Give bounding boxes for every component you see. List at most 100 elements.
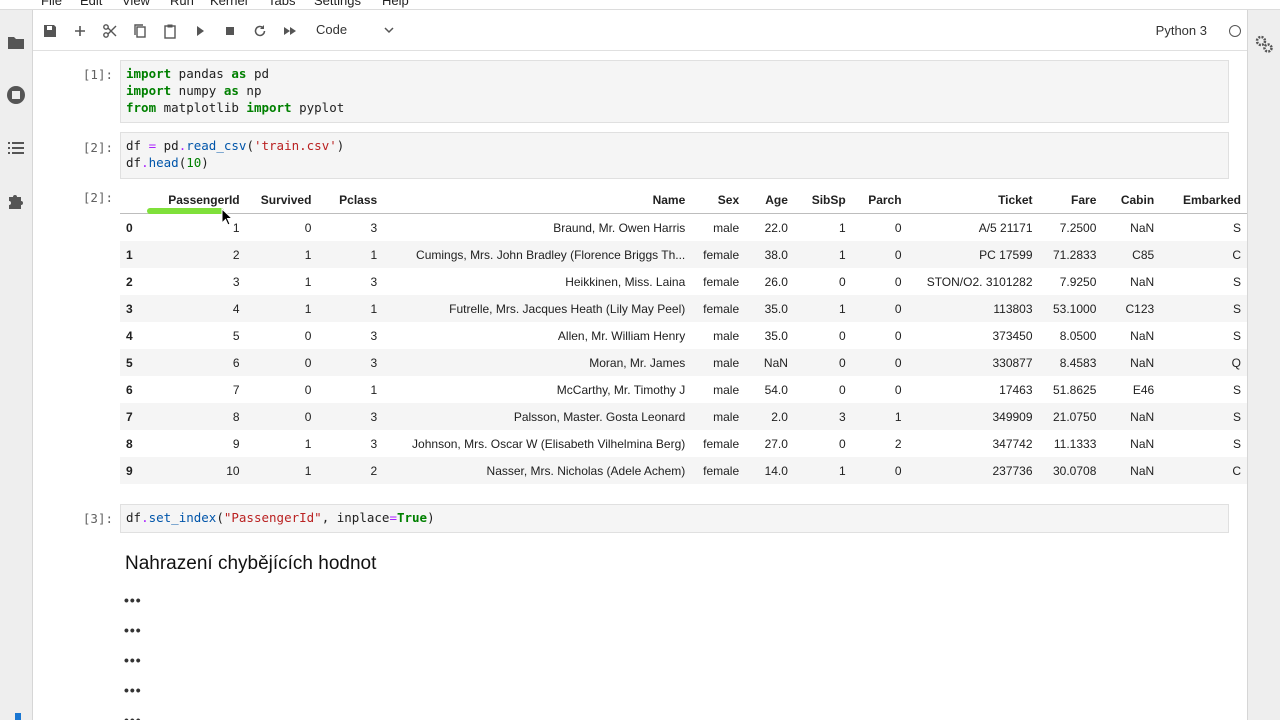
- chevron-down-icon[interactable]: [383, 24, 395, 36]
- table-cell: 0: [894, 382, 902, 397]
- table-cell: NaN: [1130, 328, 1155, 343]
- table-cell: 21.0750: [1038, 403, 1103, 430]
- table-cell: male: [713, 382, 740, 397]
- table-cell: 14.0: [745, 457, 794, 484]
- table-cell: 1: [317, 295, 384, 322]
- table-cell: 0: [894, 220, 902, 235]
- table-cell: C85: [1102, 241, 1161, 268]
- table-cell: 3: [317, 349, 384, 376]
- table-cell: 51.8625: [1053, 382, 1097, 397]
- save-icon[interactable]: [41, 22, 59, 40]
- menu-tabs[interactable]: Tabs: [268, 0, 295, 8]
- table-cell: 0: [304, 382, 312, 397]
- table-cell: 2.0: [745, 403, 794, 430]
- table-cell: 3: [370, 436, 378, 451]
- table-cell: 1: [245, 295, 318, 322]
- column-header: Name: [383, 186, 692, 214]
- table-of-contents-icon[interactable]: [5, 137, 27, 159]
- column-header: Embarked: [1160, 186, 1247, 214]
- mouse-cursor-icon: [221, 208, 233, 226]
- table-row: 0 1 0 3 Braund, Mr. Owen Harris male 22.0 1 0 A/5…: [120, 214, 1247, 242]
- table-cell: male: [691, 403, 746, 430]
- table-cell: 0: [304, 220, 312, 235]
- table-cell: 0: [839, 328, 846, 343]
- cell-prompt: [1]:: [82, 67, 113, 82]
- gear-icon[interactable]: [1253, 33, 1275, 55]
- markdown-heading: Nahrazení chybějících hodnot: [125, 553, 377, 574]
- menu-settings[interactable]: Settings: [314, 0, 361, 8]
- cell-type-select[interactable]: Code: [316, 22, 347, 37]
- table-cell: male: [691, 349, 746, 376]
- table-cell: 1: [317, 241, 384, 268]
- table-cell: C: [1160, 457, 1247, 484]
- paste-icon[interactable]: [161, 22, 179, 40]
- collapsed-cell-indicator[interactable]: •••: [124, 712, 142, 720]
- menu-run[interactable]: Run: [170, 0, 194, 8]
- column-header: Ticket: [907, 186, 1039, 214]
- table-row: 3 4 1 1 Futrelle, Mrs. Jacques Heath (Lily M…: [120, 295, 1247, 322]
- column-header: Survived: [245, 186, 318, 214]
- running-kernels-icon[interactable]: [5, 84, 27, 106]
- stop-icon[interactable]: [221, 22, 239, 40]
- table-cell: NaN: [1130, 220, 1155, 235]
- table-cell: 1: [304, 436, 312, 451]
- code-line: df.head(10): [126, 155, 209, 170]
- menu-file[interactable]: File: [41, 0, 62, 8]
- code-line: df = pd.read_csv('train.csv'): [126, 138, 345, 153]
- dataframe-output: PassengerId Survived Pclass Name Sex Age SibSp…: [120, 186, 1247, 484]
- collapsed-cell-indicator[interactable]: •••: [124, 682, 142, 698]
- table-cell: 3: [317, 403, 384, 430]
- table-cell: Cumings, Mrs. John Bradley (Florence Bri…: [383, 241, 692, 268]
- code-cell-3[interactable]: df.set_index("PassengerId", inplace=True…: [120, 504, 1229, 533]
- right-sidebar: [1247, 10, 1280, 720]
- table-cell: NaN: [745, 349, 794, 376]
- table-cell: C: [1160, 241, 1247, 268]
- column-header: Age: [745, 186, 794, 214]
- menu-kernel[interactable]: Kernel: [210, 0, 248, 8]
- table-cell: 0: [851, 457, 908, 484]
- table-cell: 9: [232, 436, 240, 451]
- menu-edit[interactable]: Edit: [80, 0, 102, 8]
- run-icon[interactable]: [191, 22, 209, 40]
- table-cell: Heikkinen, Miss. Laina: [565, 274, 686, 289]
- menu-help[interactable]: Help: [382, 0, 409, 8]
- table-cell: 347742: [992, 436, 1033, 451]
- table-cell: Johnson, Mrs. Oscar W (Elisabeth Vilhelm…: [412, 436, 686, 451]
- table-cell: 8.0500: [1059, 328, 1097, 343]
- table-cell: 7.9250: [1059, 274, 1097, 289]
- table-cell: Futrelle, Mrs. Jacques Heath (Lily May P…: [383, 295, 692, 322]
- code-cell-1[interactable]: import pandas as pd import numpy as np f…: [120, 60, 1229, 123]
- collapsed-cell-indicator[interactable]: •••: [124, 592, 142, 608]
- code-cell-2[interactable]: df = pd.read_csv('train.csv') df.head(10…: [120, 132, 1229, 179]
- restart-icon[interactable]: [251, 22, 269, 40]
- table-cell: 1: [851, 403, 908, 430]
- table-cell: 8.4583: [1038, 349, 1103, 376]
- table-cell: 1: [793, 295, 852, 322]
- table-cell: 1: [793, 457, 852, 484]
- table-cell: 2: [155, 241, 246, 268]
- copy-icon[interactable]: [131, 22, 149, 40]
- row-index: 7: [120, 403, 156, 430]
- fast-forward-icon[interactable]: [281, 22, 299, 40]
- folder-icon[interactable]: [5, 31, 27, 53]
- table-cell: 26.0: [764, 274, 788, 289]
- add-cell-icon[interactable]: [71, 22, 89, 40]
- cut-icon[interactable]: [101, 22, 119, 40]
- table-cell: Q: [1160, 349, 1247, 376]
- row-index: 8: [126, 436, 133, 451]
- table-cell: STON/O2. 3101282: [926, 274, 1033, 289]
- collapsed-cell-indicator[interactable]: •••: [124, 652, 142, 668]
- extension-icon[interactable]: [5, 190, 27, 212]
- collapsed-cell-indicator[interactable]: •••: [124, 622, 142, 638]
- kernel-name[interactable]: Python 3: [1156, 23, 1207, 38]
- cell-marker: [15, 713, 21, 720]
- table-header-row: PassengerId Survived Pclass Name Sex Age SibSp…: [120, 186, 1247, 214]
- menu-view[interactable]: View: [122, 0, 150, 8]
- table-row: 4 5 0 3 Allen, Mr. William Henry male 35.0 0 0 37…: [120, 322, 1247, 349]
- table-cell: 1: [304, 274, 312, 289]
- table-cell: 0: [894, 274, 902, 289]
- code-line: from matplotlib import pyplot: [126, 100, 345, 115]
- column-header: Fare: [1038, 186, 1103, 214]
- table-row: 1 2 1 1 Cumings, Mrs. John Bradley (Florence…: [120, 241, 1247, 268]
- column-header: Parch: [851, 186, 908, 214]
